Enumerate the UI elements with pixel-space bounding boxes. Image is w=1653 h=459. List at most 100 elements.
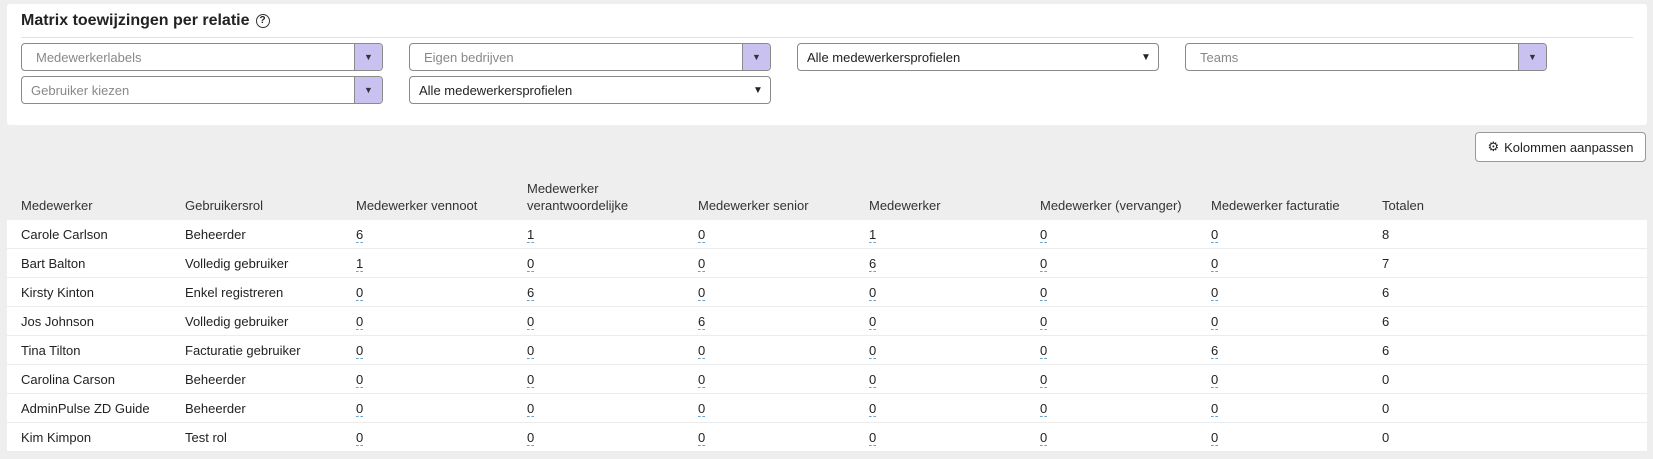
count-link[interactable]: 6 [869,255,877,272]
count-link[interactable]: 0 [527,429,535,446]
count-link[interactable]: 0 [869,429,877,446]
count-link[interactable]: 6 [356,226,364,243]
count-link[interactable]: 0 [1211,226,1219,243]
cell-count: 0 [684,422,855,452]
count-link[interactable]: 0 [1040,400,1048,417]
cell-count: 0 [1197,220,1368,249]
cell-count: 0 [342,364,513,394]
cell-count: 0 [342,277,513,307]
count-link[interactable]: 1 [869,226,877,243]
profielen-select-2[interactable]: Alle medewerkersprofielen ▼ [409,76,771,104]
count-link[interactable]: 0 [1211,400,1219,417]
cell-medewerker: Tina Tilton [7,335,171,365]
cell-medewerker: AdminPulse ZD Guide [7,393,171,423]
count-link[interactable]: 0 [1211,313,1219,330]
column-header[interactable]: Medewerker facturatie [1197,177,1368,220]
cell-gebruikersrol: Facturatie gebruiker [171,335,342,365]
count-link[interactable]: 0 [356,313,364,330]
count-link[interactable]: 0 [356,284,364,301]
count-link[interactable]: 0 [1040,313,1048,330]
caret-down-icon[interactable]: ▼ [1134,52,1158,63]
count-link[interactable]: 0 [527,342,535,359]
count-link[interactable]: 0 [1211,429,1219,446]
count-link[interactable]: 0 [356,342,364,359]
cell-count: 0 [855,335,1026,365]
count-link[interactable]: 1 [527,226,535,243]
help-icon[interactable]: ? [255,14,270,28]
count-link[interactable]: 0 [1211,255,1219,272]
count-link[interactable]: 0 [869,371,877,388]
eigen-bedrijven-select[interactable]: Eigen bedrijven ▼ [409,43,771,71]
cell-count: 0 [1197,422,1368,452]
count-link[interactable]: 0 [527,371,535,388]
count-link[interactable]: 0 [1040,255,1048,272]
column-header[interactable]: Gebruikersrol [171,177,342,220]
count-link[interactable]: 0 [698,284,706,301]
count-link[interactable]: 0 [1040,342,1048,359]
column-header[interactable]: Medewerker senior [684,177,855,220]
cell-totaal: 8 [1368,220,1647,249]
cell-count: 0 [855,306,1026,336]
cell-count: 0 [684,248,855,278]
count-link[interactable]: 0 [527,313,535,330]
column-header[interactable]: Medewerker [855,177,1026,220]
count-link[interactable]: 0 [356,371,364,388]
cell-count: 0 [342,335,513,365]
kolommen-aanpassen-button[interactable]: ⚙ Kolommen aanpassen [1475,132,1646,162]
count-link[interactable]: 0 [698,255,706,272]
count-link[interactable]: 0 [1040,226,1048,243]
count-link[interactable]: 0 [698,429,706,446]
cell-totaal: 0 [1368,393,1647,423]
cell-count: 0 [684,364,855,394]
count-link[interactable]: 0 [698,226,706,243]
count-link[interactable]: 0 [698,342,706,359]
cell-gebruikersrol: Beheerder [171,220,342,249]
count-link[interactable]: 0 [869,400,877,417]
count-link[interactable]: 6 [698,313,706,330]
cell-count: 6 [684,306,855,336]
cell-medewerker: Kirsty Kinton [7,277,171,307]
count-link[interactable]: 6 [527,284,535,301]
gebruiker-select[interactable]: Gebruiker kiezen ▼ [21,76,383,104]
table-row: Kirsty Kinton Enkel registreren 0 6 0 0 0 0 6 [7,277,1647,307]
column-header[interactable]: Medewerker (vervanger) [1026,177,1197,220]
column-header[interactable]: Medewerker verantwoordelijke [513,177,684,220]
cell-count: 1 [855,220,1026,249]
count-link[interactable]: 0 [527,255,535,272]
count-link[interactable]: 6 [1211,342,1219,359]
count-link[interactable]: 0 [869,342,877,359]
count-link[interactable]: 0 [698,400,706,417]
chevron-down-icon[interactable]: ▼ [742,44,770,70]
count-link[interactable]: 0 [698,371,706,388]
caret-down-icon[interactable]: ▼ [746,85,770,96]
count-link[interactable]: 1 [356,255,364,272]
chevron-down-icon[interactable]: ▼ [1518,44,1546,70]
cell-count: 0 [1026,248,1197,278]
count-link[interactable]: 0 [1211,284,1219,301]
count-link[interactable]: 0 [527,400,535,417]
count-link[interactable]: 0 [1040,371,1048,388]
cell-gebruikersrol: Volledig gebruiker [171,306,342,336]
filter-panel: Matrix toewijzingen per relatie ? Medewe… [7,4,1647,125]
chevron-down-icon[interactable]: ▼ [354,77,382,103]
cell-count: 1 [342,248,513,278]
column-header[interactable]: Medewerker vennoot [342,177,513,220]
count-link[interactable]: 0 [869,313,877,330]
count-link[interactable]: 0 [1211,371,1219,388]
cell-count: 0 [1197,248,1368,278]
cell-count: 0 [684,393,855,423]
medewerkerlabels-select[interactable]: Medewerkerlabels ▼ [21,43,383,71]
count-link[interactable]: 0 [1040,284,1048,301]
profielen-select-1[interactable]: Alle medewerkersprofielen ▼ [797,43,1159,71]
count-link[interactable]: 0 [869,284,877,301]
column-header[interactable]: Totalen [1368,177,1647,220]
column-header[interactable]: Medewerker [7,177,171,220]
cell-medewerker: Carolina Carson [7,364,171,394]
chevron-down-icon[interactable]: ▼ [354,44,382,70]
teams-select[interactable]: Teams ▼ [1185,43,1547,71]
cell-totaal: 6 [1368,277,1647,307]
cell-count: 0 [1197,364,1368,394]
count-link[interactable]: 0 [356,400,364,417]
count-link[interactable]: 0 [1040,429,1048,446]
count-link[interactable]: 0 [356,429,364,446]
